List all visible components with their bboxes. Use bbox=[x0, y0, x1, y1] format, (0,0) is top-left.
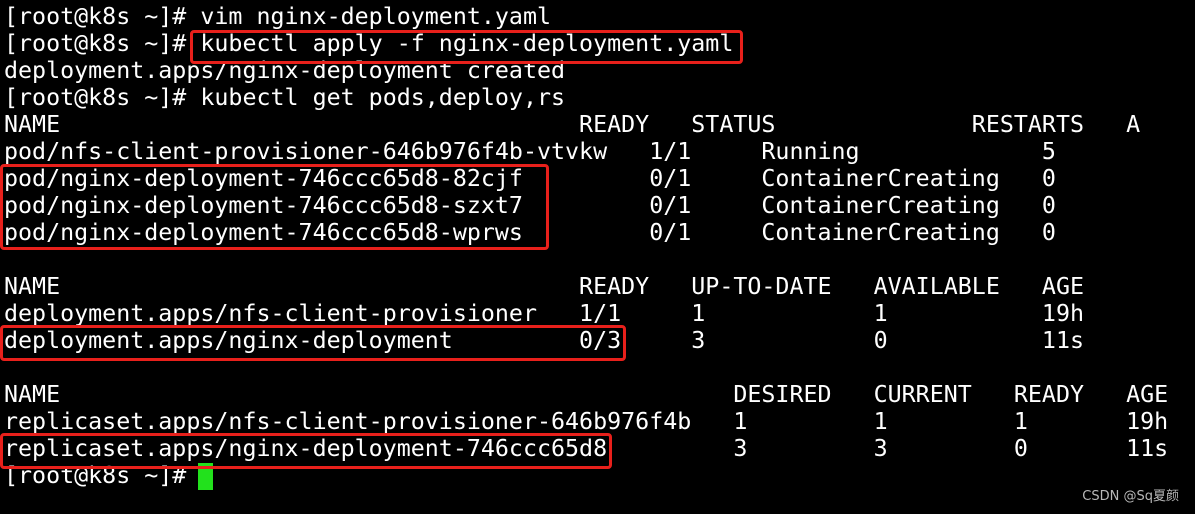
terminal-line-7: pod/nginx-deployment-746ccc65d8-82cjf 0/… bbox=[4, 165, 1056, 192]
terminal-line-5: NAME READY STATUS RESTARTS A bbox=[4, 111, 1141, 138]
terminal-line-8: pod/nginx-deployment-746ccc65d8-szxt7 0/… bbox=[4, 192, 1056, 219]
terminal-line-4: [root@k8s ~]# kubectl get pods,deploy,rs bbox=[4, 84, 566, 111]
terminal-line-9: pod/nginx-deployment-746ccc65d8-wprws 0/… bbox=[4, 219, 1056, 246]
terminal-window[interactable]: [root@k8s ~]# vim nginx-deployment.yaml … bbox=[0, 0, 1195, 514]
terminal-line-16: replicaset.apps/nfs-client-provisioner-6… bbox=[4, 408, 1169, 435]
terminal-line-1: [root@k8s ~]# vim nginx-deployment.yaml bbox=[4, 3, 552, 30]
terminal-line-12: deployment.apps/nfs-client-provisioner 1… bbox=[4, 300, 1084, 327]
terminal-cursor bbox=[198, 463, 213, 490]
watermark: CSDN @Sq夏颜 bbox=[1082, 489, 1179, 504]
terminal-line-15: NAME DESIRED CURRENT READY AGE bbox=[4, 381, 1169, 408]
terminal-line-3: deployment.apps/nginx-deployment created bbox=[4, 57, 566, 84]
terminal-line-11: NAME READY UP-TO-DATE AVAILABLE AGE bbox=[4, 273, 1084, 300]
terminal-line-13: deployment.apps/nginx-deployment 0/3 3 0… bbox=[4, 327, 1084, 354]
terminal-line-2: [root@k8s ~]# kubectl apply -f nginx-dep… bbox=[4, 30, 734, 57]
terminal-line-18: [root@k8s ~]# bbox=[4, 462, 201, 489]
terminal-line-6: pod/nfs-client-provisioner-646b976f4b-vt… bbox=[4, 138, 1056, 165]
terminal-line-17: replicaset.apps/nginx-deployment-746ccc6… bbox=[4, 435, 1169, 462]
